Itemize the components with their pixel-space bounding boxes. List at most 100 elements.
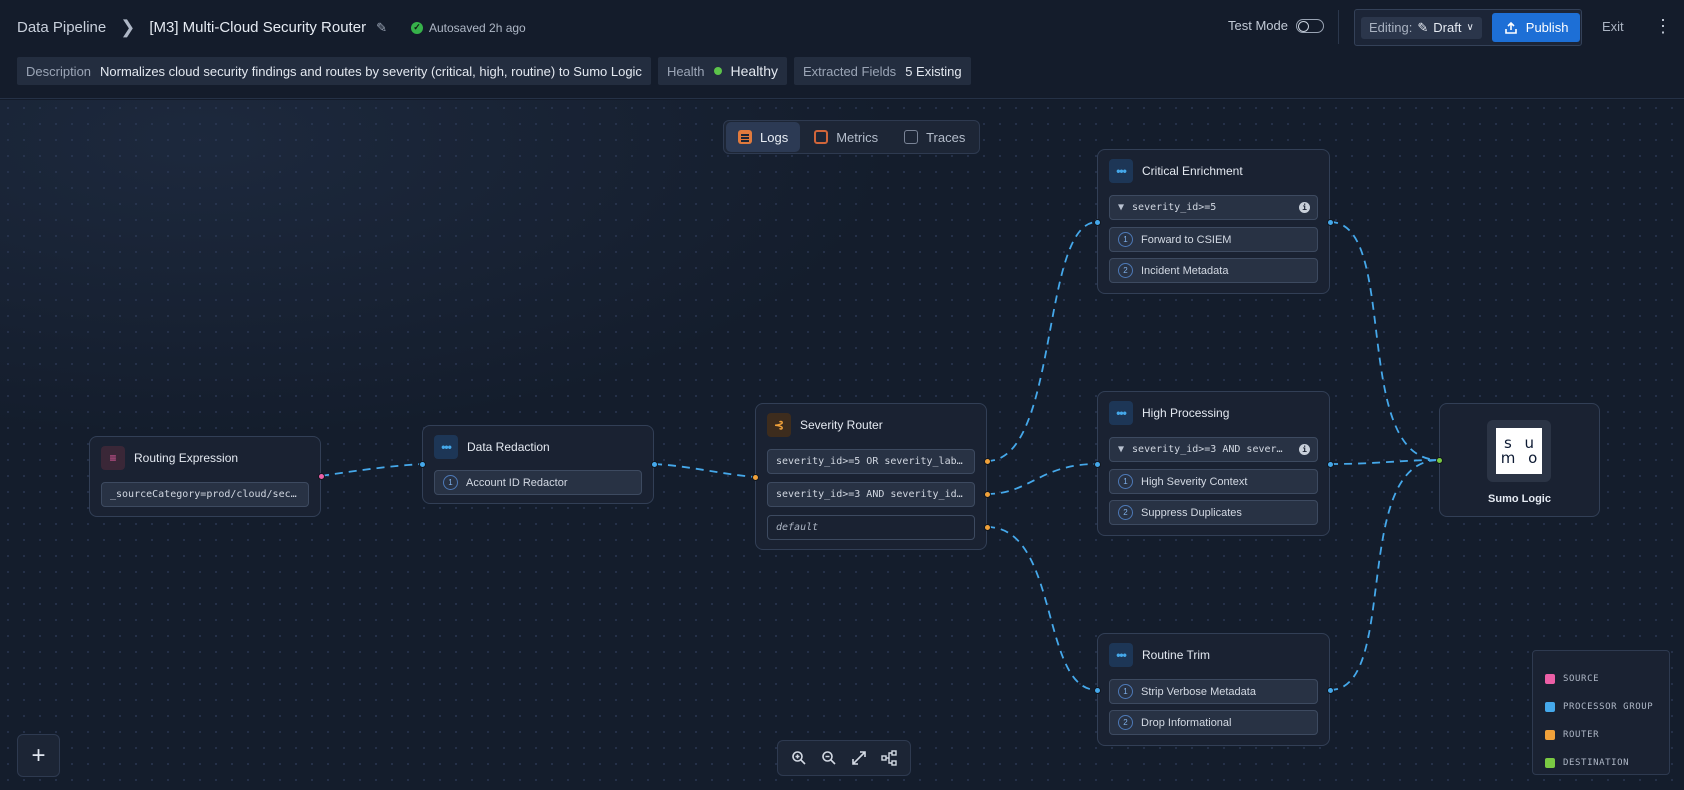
legend-swatch: [1545, 730, 1555, 740]
info-icon[interactable]: i: [1299, 444, 1310, 455]
route-output-port[interactable]: [984, 524, 991, 531]
exit-button[interactable]: Exit: [1602, 19, 1624, 34]
metrics-icon: [814, 130, 829, 144]
route-condition[interactable]: severity_id>=3 AND severity_id<5: [767, 482, 975, 507]
input-port[interactable]: [752, 474, 759, 481]
route-default-text: default: [776, 522, 819, 533]
legend-label: DESTINATION: [1563, 758, 1630, 768]
legend-item: SOURCE: [1545, 665, 1669, 693]
processor-step[interactable]: 2 Incident Metadata: [1109, 258, 1318, 283]
signal-tabs: Logs Metrics Traces: [723, 120, 981, 154]
autosave-text: Autosaved 2h ago: [428, 20, 526, 35]
step-number: 1: [1118, 232, 1133, 247]
editing-select[interactable]: Editing: ✎ Draft ∨: [1361, 16, 1482, 39]
legend-item: DESTINATION: [1545, 749, 1669, 777]
health-key: Health: [666, 63, 705, 79]
extracted-fields-chip[interactable]: Extracted Fields 5 Existing: [793, 57, 971, 85]
step-label: High Severity Context: [1141, 475, 1248, 488]
route-condition-text: severity_id>=3 AND severity_id<5: [776, 489, 966, 500]
node-header: ••• Data Redaction: [434, 435, 550, 459]
tab-traces[interactable]: Traces: [892, 122, 977, 152]
test-mode: Test Mode: [1228, 18, 1324, 33]
description-key: Description: [26, 63, 92, 79]
processor-step[interactable]: 1 Strip Verbose Metadata: [1109, 679, 1318, 704]
tab-logs[interactable]: Logs: [726, 122, 801, 152]
canvas-controls: [777, 740, 911, 776]
step-label: Account ID Redactor: [466, 476, 568, 489]
input-port[interactable]: [419, 461, 426, 468]
output-port[interactable]: [318, 473, 325, 480]
processor-step[interactable]: 2 Drop Informational: [1109, 710, 1318, 735]
logo-bottom: m o: [1500, 449, 1542, 467]
node-routing-expression[interactable]: ≡ Routing Expression _sourceCategory=pro…: [89, 436, 325, 517]
node-title: Severity Router: [800, 418, 883, 432]
filter-icon: ▼: [1118, 202, 1125, 213]
routing-expression-field[interactable]: _sourceCategory=prod/cloud/secur…: [101, 482, 309, 507]
output-port[interactable]: [1327, 461, 1334, 468]
output-port[interactable]: [1327, 687, 1334, 694]
node-title: Routing Expression: [134, 451, 239, 465]
toolbar-divider: [1338, 10, 1339, 44]
processor-step[interactable]: 2 Suppress Duplicates: [1109, 500, 1318, 525]
legend: SOURCE PROCESSOR GROUP ROUTER DESTINATIO…: [1532, 650, 1670, 775]
breadcrumb: Data Pipeline ❯ [M3] Multi-Cloud Securit…: [17, 17, 526, 38]
zoom-out-icon[interactable]: [821, 750, 837, 766]
node-header: ••• Critical Enrichment: [1109, 159, 1243, 183]
fit-view-icon[interactable]: [851, 750, 867, 766]
editing-label: Editing:: [1369, 20, 1413, 35]
node-data-redaction[interactable]: ••• Data Redaction 1 Account ID Redactor: [419, 425, 658, 504]
node-title: High Processing: [1142, 406, 1230, 420]
route-output-port[interactable]: [984, 491, 991, 498]
output-port[interactable]: [651, 461, 658, 468]
step-label: Drop Informational: [1141, 716, 1232, 729]
filter-icon: ▼: [1118, 444, 1125, 455]
legend-item: PROCESSOR GROUP: [1545, 693, 1669, 721]
description-value: Normalizes cloud security findings and r…: [100, 63, 642, 79]
node-routine-trim[interactable]: ••• Routine Trim 1 Strip Verbose Metadat…: [1094, 633, 1334, 746]
zoom-in-icon[interactable]: [791, 750, 807, 766]
info-icon[interactable]: i: [1299, 202, 1310, 213]
routing-expression-text: _sourceCategory=prod/cloud/secur…: [110, 489, 300, 500]
publish-button[interactable]: Publish: [1491, 13, 1581, 42]
tab-metrics[interactable]: Metrics: [802, 122, 890, 152]
step-number: 1: [443, 475, 458, 490]
processor-step[interactable]: 1 Account ID Redactor: [434, 470, 642, 495]
node-header: ••• High Processing: [1109, 401, 1229, 425]
processor-group-icon: •••: [434, 435, 458, 459]
filter-condition[interactable]: ▼ severity_id>=3 AND sever… i: [1109, 437, 1318, 462]
extracted-fields-value: 5 Existing: [905, 63, 962, 79]
processor-step[interactable]: 1 Forward to CSIEM: [1109, 227, 1318, 252]
node-high-processing[interactable]: ••• High Processing ▼ severity_id>=3 AND…: [1094, 391, 1334, 536]
publish-label: Publish: [1525, 20, 1569, 35]
more-options-icon[interactable]: ⋮: [1654, 16, 1672, 37]
node-title: Sumo Logic: [1488, 493, 1551, 505]
input-port[interactable]: [1094, 687, 1101, 694]
meta-row: Description Normalizes cloud security fi…: [17, 57, 971, 85]
route-default[interactable]: default: [767, 515, 975, 540]
legend-swatch: [1545, 674, 1555, 684]
node-destination-sumo-logic[interactable]: s u m o Sumo Logic: [1436, 403, 1600, 517]
processor-step[interactable]: 1 High Severity Context: [1109, 469, 1318, 494]
breadcrumb-root-link[interactable]: Data Pipeline: [17, 19, 106, 36]
upload-icon: [1504, 21, 1517, 34]
filter-text: severity_id>=5: [1132, 202, 1217, 213]
route-condition[interactable]: severity_id>=5 OR severity_label…: [767, 449, 975, 474]
auto-layout-icon[interactable]: [881, 750, 897, 766]
node-critical-enrichment[interactable]: ••• Critical Enrichment ▼ severity_id>=5…: [1094, 149, 1334, 294]
logo-mark: s u m o: [1496, 428, 1542, 474]
edit-pencil-icon[interactable]: ✎: [376, 20, 387, 36]
add-node-button[interactable]: +: [17, 734, 60, 777]
step-label: Suppress Duplicates: [1141, 506, 1242, 519]
filter-condition[interactable]: ▼ severity_id>=5 i: [1109, 195, 1318, 220]
output-port[interactable]: [1327, 219, 1334, 226]
node-header: ≡ Routing Expression: [101, 446, 238, 470]
logs-icon: [738, 130, 752, 144]
input-port[interactable]: [1094, 219, 1101, 226]
input-port[interactable]: [1094, 461, 1101, 468]
input-port[interactable]: [1436, 457, 1443, 464]
route-output-port[interactable]: [984, 458, 991, 465]
route-condition-text: severity_id>=5 OR severity_label…: [776, 456, 966, 467]
node-severity-router[interactable]: ⊰ Severity Router severity_id>=5 OR seve…: [752, 403, 991, 550]
autosave-status: ✓ Autosaved 2h ago: [410, 20, 526, 35]
test-mode-toggle[interactable]: [1295, 18, 1324, 33]
